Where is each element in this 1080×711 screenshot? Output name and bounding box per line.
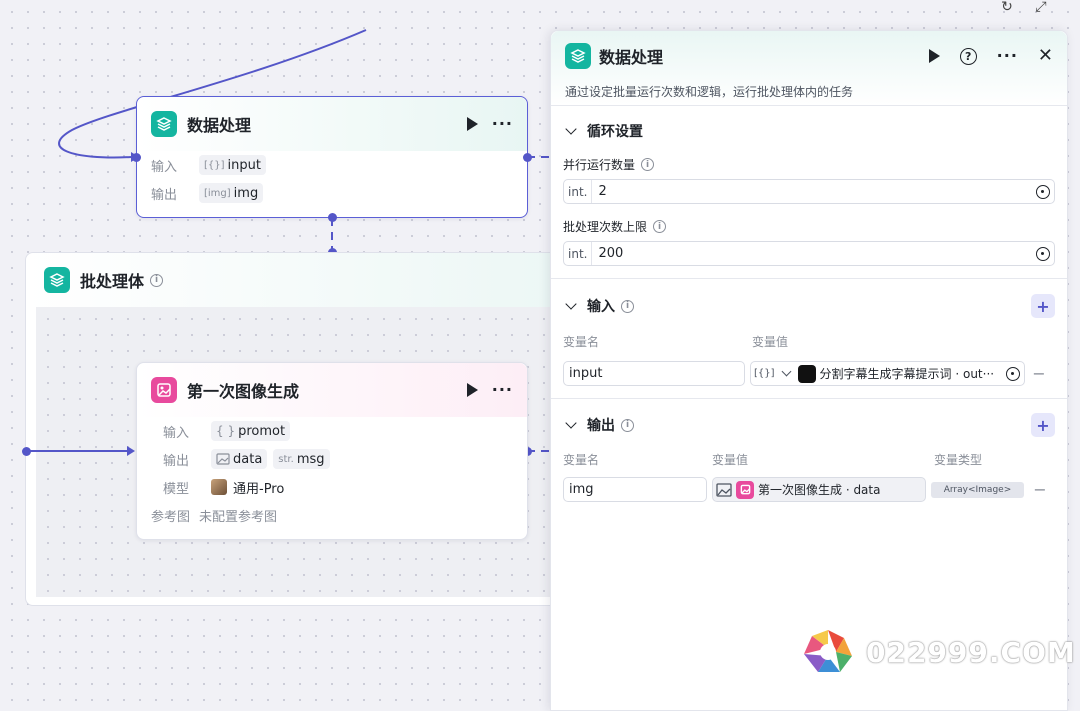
batch-left-port[interactable] <box>22 447 31 456</box>
node-header: 数据处理 ··· <box>137 97 527 151</box>
node-header: 第一次图像生成 ··· <box>137 363 527 417</box>
layers-icon <box>565 43 591 69</box>
chevron-down-icon <box>565 417 577 429</box>
watermark-text: 022999.COM <box>866 635 1076 669</box>
more-icon[interactable]: ··· <box>997 48 1018 64</box>
input-port[interactable] <box>132 153 141 162</box>
settings-panel: 数据处理 ? ··· ✕ 通过设定批量运行次数和逻辑，运行批处理体内的任务 循环… <box>550 30 1068 711</box>
remove-input-button[interactable]: − <box>1029 364 1049 383</box>
node-image-generation[interactable]: 第一次图像生成 ··· 输入 { } promot 输出 data str. msg… <box>136 362 528 540</box>
input-chip: [{}] input <box>199 155 266 175</box>
type-prefix: int. <box>564 180 593 203</box>
close-icon[interactable]: ✕ <box>1038 47 1053 65</box>
add-input-button[interactable]: + <box>1031 294 1055 318</box>
output-var-value-field[interactable]: 第一次图像生成 · data <box>712 477 926 502</box>
chevron-down-icon <box>565 123 577 135</box>
run-icon[interactable] <box>928 49 940 63</box>
input-label: 输入 <box>163 425 190 441</box>
info-icon[interactable]: i <box>621 299 634 313</box>
limit-label: 批处理次数上限 i <box>563 218 1055 235</box>
variable-target-icon[interactable] <box>1006 366 1020 381</box>
variable-target-icon[interactable] <box>1036 246 1050 261</box>
input-var-ref: 分割字幕生成字幕提示词 · out··· <box>819 367 995 381</box>
more-icon[interactable]: ··· <box>492 116 513 132</box>
node-output-row: 输出 data str. msg <box>137 445 527 473</box>
chevron-down-icon[interactable] <box>781 366 791 377</box>
batch-header: 批处理体 i <box>26 253 564 307</box>
node-data-processing[interactable]: 数据处理 ··· 输入 [{}] input 输出 [img] img <box>136 96 528 218</box>
panel-title: 数据处理 <box>599 48 664 67</box>
type-prefix: int. <box>564 242 593 265</box>
input-section: 输入 i + 变量名 变量值 input [{}] 分割字幕生成字幕提示词 · o… <box>551 278 1067 398</box>
input-label: 输入 <box>151 159 178 175</box>
output-section-toggle[interactable]: 输出 i + <box>563 399 1055 451</box>
node-title: 第一次图像生成 <box>187 382 300 401</box>
layers-icon <box>151 111 177 137</box>
model-value: 通用-Pro <box>233 481 285 497</box>
help-icon[interactable]: ? <box>959 47 977 65</box>
watermark-logo <box>804 630 852 672</box>
output-var-name-field[interactable]: img <box>563 477 707 502</box>
node-source-icon <box>797 364 816 383</box>
run-icon[interactable] <box>466 383 478 397</box>
limit-value: 200 <box>598 246 624 261</box>
image-type-icon <box>216 453 230 465</box>
remove-output-button[interactable]: − <box>1030 480 1050 499</box>
output-chip-msg: str. msg <box>273 449 330 469</box>
ref-label: 参考图 <box>151 509 191 525</box>
node-input-row: 输入 { } promot <box>137 417 527 445</box>
model-label: 模型 <box>163 481 190 497</box>
loop-settings-toggle[interactable]: 循环设置 <box>563 106 1055 156</box>
info-icon[interactable]: i <box>621 418 634 432</box>
ref-value: 未配置参考图 <box>199 509 278 525</box>
input-var-value-field[interactable]: [{}] 分割字幕生成字幕提示词 · out··· <box>750 361 1025 386</box>
node-title: 数据处理 <box>187 116 252 135</box>
run-icon[interactable] <box>466 117 478 131</box>
panel-description: 通过设定批量运行次数和逻辑，运行批处理体内的任务 <box>565 85 854 99</box>
node-ref-row: 参考图 未配置参考图 <box>137 501 527 529</box>
node-model-row: 模型 通用-Pro <box>137 473 527 501</box>
input-column-headers: 变量名 变量值 <box>563 335 789 349</box>
image-icon <box>736 480 754 499</box>
model-avatar <box>211 479 227 495</box>
add-output-button[interactable]: + <box>1031 413 1055 437</box>
output-type-badge[interactable]: Array<Image> <box>931 481 1024 498</box>
batch-limit-input[interactable]: int. 200 <box>563 241 1055 266</box>
output-chip: [img] img <box>199 183 264 203</box>
loop-settings-section: 循环设置 并行运行数量 i int. 2 批处理次数上限 i int. 200 <box>551 105 1067 266</box>
info-icon[interactable]: i <box>150 273 164 287</box>
output-label: 输出 <box>163 453 190 469</box>
output-port[interactable] <box>523 153 532 162</box>
image-type-icon <box>716 482 732 497</box>
batch-port-top[interactable] <box>328 213 337 222</box>
output-section: 输出 i + 变量名 变量值 变量类型 img 第一次图像生成 · data Ar… <box>551 398 1067 502</box>
output-chip-data: data <box>211 449 268 469</box>
info-icon[interactable]: i <box>653 220 667 233</box>
input-section-toggle[interactable]: 输入 i + <box>563 279 1055 333</box>
type-prefix: [{}] <box>754 368 775 379</box>
layers-icon <box>44 267 70 293</box>
batch-title: 批处理体 <box>80 272 145 291</box>
output-column-headers: 变量名 变量值 变量类型 <box>563 453 983 467</box>
node-input-row: 输入 [{}] input <box>137 151 527 179</box>
info-icon[interactable]: i <box>641 158 655 171</box>
watermark: 022999.COM <box>800 626 1076 678</box>
chevron-down-icon <box>565 298 577 310</box>
image-icon <box>151 377 177 403</box>
variable-target-icon[interactable] <box>1036 184 1050 199</box>
parallel-count-input[interactable]: int. 2 <box>563 179 1055 204</box>
parallel-value: 2 <box>598 184 607 199</box>
node-output-row: 输出 [img] img <box>137 179 527 207</box>
parallel-label: 并行运行数量 i <box>563 156 1055 173</box>
input-chip: { } promot <box>211 421 291 441</box>
output-var-ref: 第一次图像生成 · data <box>758 483 881 497</box>
input-var-name-field[interactable]: input <box>563 361 745 386</box>
panel-header: 数据处理 ? ··· ✕ 通过设定批量运行次数和逻辑，运行批处理体内的任务 <box>551 31 1067 105</box>
more-icon[interactable]: ··· <box>492 382 513 398</box>
output-label: 输出 <box>151 187 178 203</box>
